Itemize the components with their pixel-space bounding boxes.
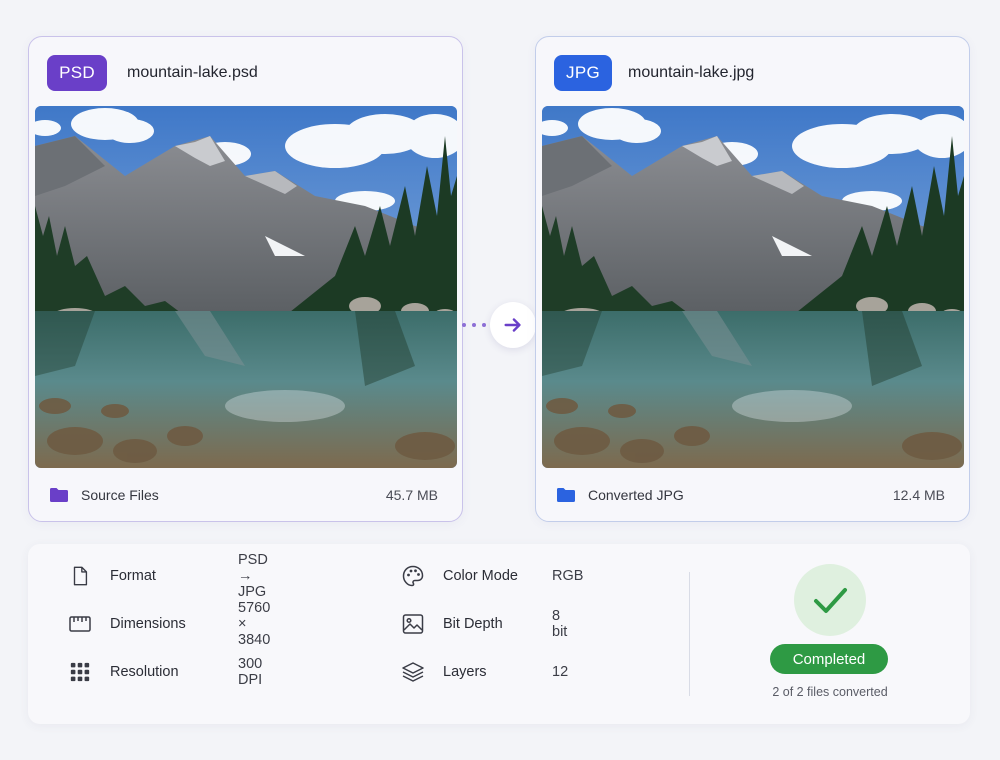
source-image-preview [35,106,457,468]
grid-dots-icon [68,660,92,684]
source-format-badge: PSD [47,55,107,91]
detail-resolution-value: 300 DPI [238,656,263,688]
file-icon [68,564,92,588]
detail-layers-value: 12 [552,664,569,680]
converted-filename: mountain-lake.jpg [628,64,755,81]
source-file-card[interactable]: PSD mountain-lake.psd Source Files 45.7 … [28,36,463,522]
detail-color-mode: Color Mode RGB [401,564,583,588]
source-folder-label: Source Files [81,487,159,503]
converted-image-preview [542,106,964,468]
arrow-right-icon [490,302,536,348]
detail-bit-depth-value: 8 bit [552,608,568,640]
details-divider [689,572,690,696]
detail-layers: Layers 12 [401,660,568,684]
converted-format-badge: JPG [554,55,612,91]
image-icon [401,612,425,636]
detail-format-value: PSD → JPG [238,552,268,600]
detail-dimensions: Dimensions 5760 × 3840 [68,600,270,648]
source-card-footer: Source Files 45.7 MB [49,483,438,507]
conversion-details-panel: Format PSD → JPG Dimensions 5760 × 3840 … [28,544,970,724]
conversion-connector [462,302,536,348]
folder-icon [49,487,69,503]
detail-resolution-label: Resolution [110,664,179,680]
source-filename: mountain-lake.psd [127,64,258,81]
connector-dots [462,323,486,327]
converted-card-footer: Converted JPG 12.4 MB [556,483,945,507]
detail-color-mode-value: RGB [552,568,584,584]
folder-icon [556,487,576,503]
detail-layers-label: Layers [443,664,487,680]
check-icon [794,564,866,636]
status-subtitle: 2 of 2 files converted [772,685,888,699]
converted-card-header: JPG mountain-lake.jpg [554,55,951,91]
conversion-status: Completed 2 of 2 files converted [760,562,900,712]
source-file-size: 45.7 MB [385,487,438,503]
converted-file-size: 12.4 MB [892,487,945,503]
converted-file-card[interactable]: JPG mountain-lake.jpg Converted JPG 12.4… [535,36,970,522]
detail-dimensions-label: Dimensions [110,616,186,632]
converted-folder-label: Converted JPG [588,487,684,503]
source-card-header: PSD mountain-lake.psd [47,55,444,91]
detail-bit-depth: Bit Depth 8 bit [401,608,567,640]
detail-dimensions-value: 5760 × 3840 [238,600,271,648]
detail-format-label: Format [110,568,156,584]
status-badge: Completed [770,644,888,674]
detail-bit-depth-label: Bit Depth [443,616,503,632]
palette-icon [401,564,425,588]
layers-icon [401,660,425,684]
detail-format: Format PSD → JPG [68,552,268,600]
ruler-icon [68,612,92,636]
detail-color-mode-label: Color Mode [443,568,518,584]
detail-resolution: Resolution 300 DPI [68,656,262,688]
